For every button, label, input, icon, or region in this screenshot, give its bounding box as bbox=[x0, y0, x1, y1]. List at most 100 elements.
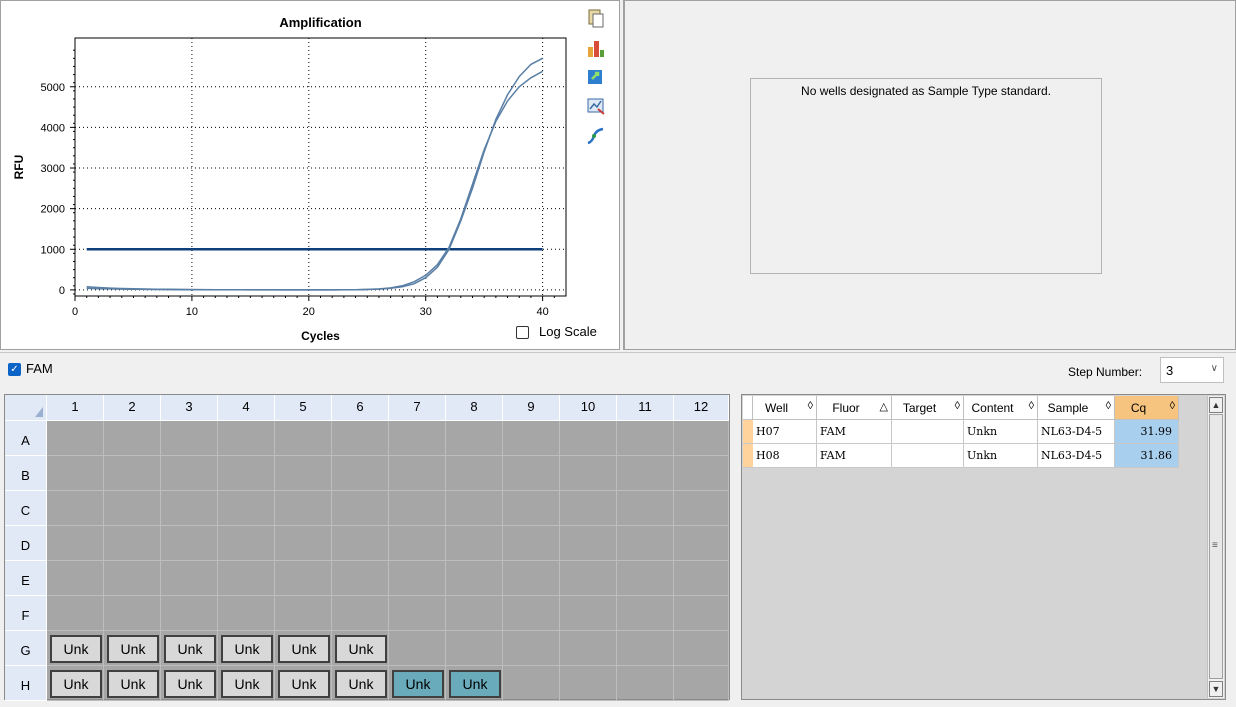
plate-well[interactable] bbox=[104, 526, 161, 561]
plate-well[interactable] bbox=[503, 491, 560, 526]
well-G2[interactable]: Unk bbox=[107, 635, 159, 663]
plate-well[interactable] bbox=[446, 456, 503, 491]
plate-well[interactable] bbox=[617, 666, 674, 701]
plate-well[interactable] bbox=[560, 526, 617, 561]
plate-well[interactable] bbox=[617, 491, 674, 526]
plate-well[interactable] bbox=[332, 491, 389, 526]
plate-well[interactable] bbox=[503, 666, 560, 701]
plate-well[interactable] bbox=[161, 596, 218, 631]
plate-row-header[interactable]: H bbox=[5, 666, 47, 701]
plate-well[interactable] bbox=[617, 456, 674, 491]
plate-well[interactable] bbox=[104, 421, 161, 456]
plate-well[interactable] bbox=[332, 421, 389, 456]
table-cell-well[interactable]: H07 bbox=[753, 420, 817, 444]
plate-well[interactable] bbox=[446, 421, 503, 456]
plate-row-header[interactable]: A bbox=[5, 421, 47, 456]
vertical-scrollbar[interactable]: ▲ ≡ ▼ bbox=[1207, 396, 1224, 698]
plate-well[interactable] bbox=[161, 491, 218, 526]
column-header-cq[interactable]: Cq ◊ bbox=[1115, 396, 1179, 420]
plate-row-header[interactable]: C bbox=[5, 491, 47, 526]
plate-well[interactable] bbox=[389, 631, 446, 666]
plate-well[interactable] bbox=[503, 561, 560, 596]
plate-row-header[interactable]: B bbox=[5, 456, 47, 491]
well-G6[interactable]: Unk bbox=[335, 635, 387, 663]
plate-well[interactable] bbox=[389, 491, 446, 526]
plate-well[interactable] bbox=[560, 561, 617, 596]
plate-well[interactable] bbox=[47, 526, 104, 561]
plate-well[interactable] bbox=[218, 596, 275, 631]
plate-row-header[interactable]: D bbox=[5, 526, 47, 561]
plate-well[interactable] bbox=[446, 596, 503, 631]
plate-well[interactable] bbox=[446, 631, 503, 666]
table-cell-target[interactable] bbox=[892, 444, 964, 468]
plate-well[interactable] bbox=[503, 421, 560, 456]
well-H4[interactable]: Unk bbox=[221, 670, 273, 698]
plate-column-header[interactable]: 10 bbox=[560, 395, 617, 421]
table-cell-well[interactable]: H08 bbox=[753, 444, 817, 468]
plate-well[interactable] bbox=[104, 456, 161, 491]
well-H3[interactable]: Unk bbox=[164, 670, 216, 698]
plate-well[interactable] bbox=[617, 596, 674, 631]
scroll-up-icon[interactable]: ▲ bbox=[1209, 397, 1223, 413]
plate-column-header[interactable]: 4 bbox=[218, 395, 275, 421]
plate-row-header[interactable]: E bbox=[5, 561, 47, 596]
table-cell-sample[interactable]: NL63-D4-5 bbox=[1038, 444, 1115, 468]
plate-well[interactable] bbox=[275, 526, 332, 561]
column-header-well[interactable]: Well ◊ bbox=[753, 396, 817, 420]
plate-row-header[interactable]: G bbox=[5, 631, 47, 666]
plate-well[interactable] bbox=[617, 631, 674, 666]
well-G5[interactable]: Unk bbox=[278, 635, 330, 663]
plate-well[interactable] bbox=[389, 526, 446, 561]
well-G1[interactable]: Unk bbox=[50, 635, 102, 663]
plate-well[interactable] bbox=[161, 456, 218, 491]
plate-well[interactable] bbox=[275, 491, 332, 526]
plate-well[interactable] bbox=[47, 421, 104, 456]
well-H5[interactable]: Unk bbox=[278, 670, 330, 698]
plate-column-header[interactable]: 8 bbox=[446, 395, 503, 421]
plate-well[interactable] bbox=[47, 491, 104, 526]
plate-well[interactable] bbox=[218, 456, 275, 491]
plate-well[interactable] bbox=[47, 596, 104, 631]
plate-column-header[interactable]: 7 bbox=[389, 395, 446, 421]
plate-well[interactable] bbox=[503, 631, 560, 666]
plate-well[interactable] bbox=[275, 456, 332, 491]
plate-well[interactable] bbox=[446, 491, 503, 526]
table-cell-cq[interactable]: 31.99 bbox=[1115, 420, 1179, 444]
plate-well[interactable] bbox=[389, 561, 446, 596]
plate-well[interactable] bbox=[503, 596, 560, 631]
table-cell-target[interactable] bbox=[892, 420, 964, 444]
plate-well[interactable] bbox=[104, 491, 161, 526]
plate-well[interactable] bbox=[389, 421, 446, 456]
plate-well[interactable] bbox=[560, 421, 617, 456]
column-header-sample[interactable]: Sample ◊ bbox=[1038, 396, 1115, 420]
sort-icon[interactable]: ◊ bbox=[1029, 400, 1034, 412]
plate-well[interactable] bbox=[560, 456, 617, 491]
plate-well[interactable] bbox=[617, 526, 674, 561]
sort-icon[interactable]: ◊ bbox=[1106, 400, 1111, 412]
plate-well[interactable] bbox=[446, 526, 503, 561]
plate-column-header[interactable]: 1 bbox=[47, 395, 104, 421]
plate-well[interactable] bbox=[218, 526, 275, 561]
scrollbar-thumb[interactable]: ≡ bbox=[1209, 414, 1223, 679]
plate-well[interactable] bbox=[332, 561, 389, 596]
plate-well[interactable] bbox=[161, 561, 218, 596]
well-H7[interactable]: Unk bbox=[392, 670, 444, 698]
plate-well[interactable] bbox=[332, 456, 389, 491]
plate-well[interactable] bbox=[674, 561, 729, 596]
plate-well[interactable] bbox=[218, 421, 275, 456]
plate-well[interactable] bbox=[617, 421, 674, 456]
well-H1[interactable]: Unk bbox=[50, 670, 102, 698]
plate-well[interactable] bbox=[503, 526, 560, 561]
column-header-content[interactable]: Content ◊ bbox=[964, 396, 1038, 420]
table-cell-fluor[interactable]: FAM bbox=[817, 420, 892, 444]
plate-well[interactable] bbox=[674, 631, 729, 666]
plate-column-header[interactable]: 3 bbox=[161, 395, 218, 421]
table-cell-content[interactable]: Unkn bbox=[964, 444, 1038, 468]
plate-well[interactable] bbox=[332, 526, 389, 561]
table-cell-content[interactable]: Unkn bbox=[964, 420, 1038, 444]
plate-well[interactable] bbox=[275, 421, 332, 456]
plate-column-header[interactable]: 2 bbox=[104, 395, 161, 421]
plate-well[interactable] bbox=[161, 526, 218, 561]
well-H2[interactable]: Unk bbox=[107, 670, 159, 698]
plate-well[interactable] bbox=[674, 596, 729, 631]
